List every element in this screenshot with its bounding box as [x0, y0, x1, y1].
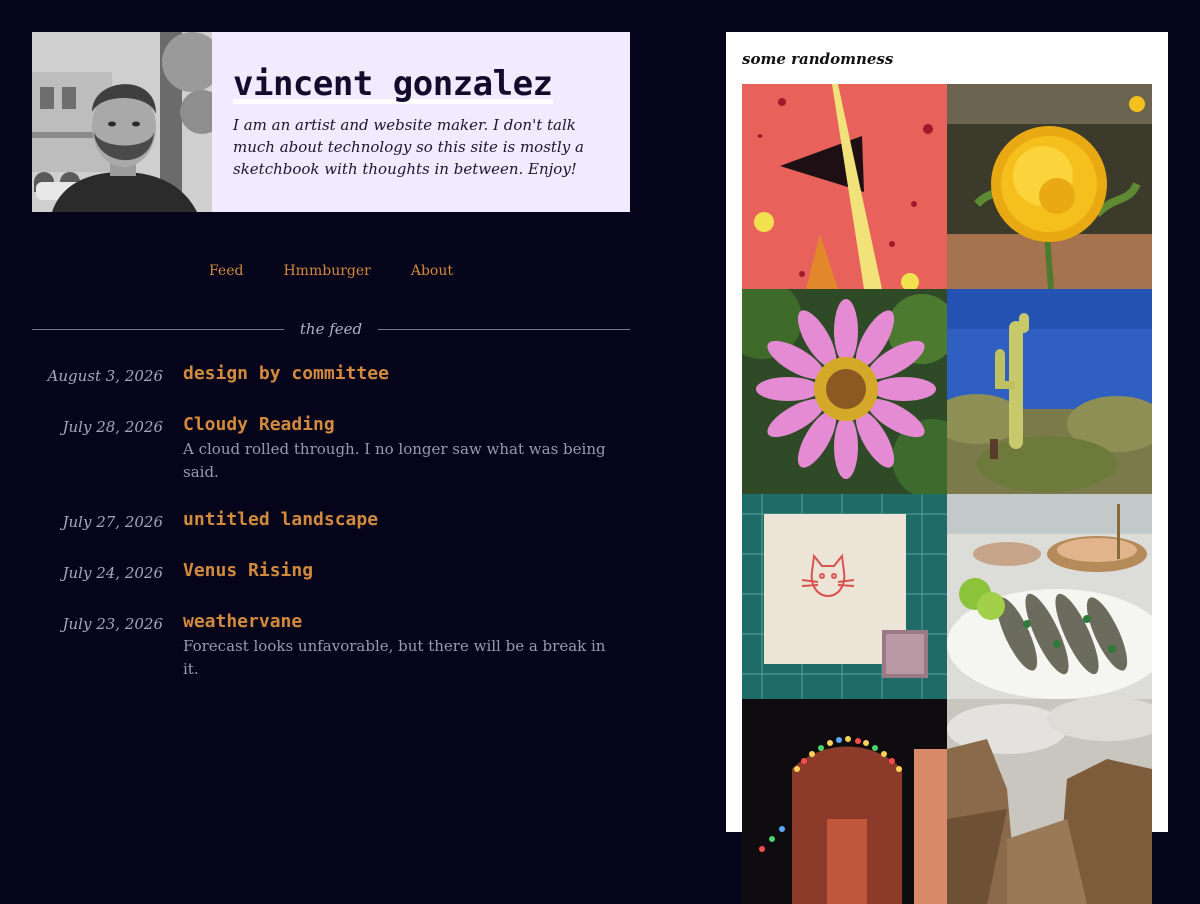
feed-entry: July 27, 2026 untitled landscape	[32, 507, 630, 535]
entry-summary: Forecast looks unfavorable, but there wi…	[183, 637, 606, 678]
sidebar-heading: some randomness	[742, 50, 894, 68]
feed-entry: July 24, 2026 Venus Rising	[32, 558, 630, 586]
nav-link-feed[interactable]: Feed	[209, 260, 243, 282]
entry-title-link[interactable]: untitled landscape	[183, 507, 378, 533]
avatar	[32, 32, 212, 212]
photo-cat-stamp-print[interactable]	[742, 494, 947, 699]
photo-string-lights-house[interactable]	[742, 699, 947, 904]
entry-title-link[interactable]: Cloudy Reading	[183, 412, 335, 438]
feed-list: August 3, 2026 design by committee July …	[32, 361, 630, 704]
entry-title-link[interactable]: Venus Rising	[183, 558, 313, 584]
entry-summary: A cloud rolled through. I no longer saw …	[183, 440, 606, 481]
photo-abstract-triangle-painting[interactable]	[742, 84, 947, 289]
photo-yellow-marigold[interactable]	[947, 84, 1152, 289]
feed-entry: July 23, 2026 weathervane Forecast looks…	[32, 609, 630, 681]
photo-grid	[742, 84, 1152, 904]
divider-rule-left	[32, 328, 284, 330]
main-nav: Feed Hmmburger About	[32, 260, 630, 282]
entry-date: August 3, 2026	[47, 367, 163, 385]
photo-grilled-fish-plate[interactable]	[947, 494, 1152, 699]
photo-canyon-cliffs[interactable]	[947, 699, 1152, 904]
sidebar: some randomness	[726, 32, 1168, 904]
photo-saguaro-cactus[interactable]	[947, 289, 1152, 494]
nav-link-about[interactable]: About	[411, 260, 453, 282]
entry-title-link[interactable]: weathervane	[183, 609, 302, 635]
tagline: I am an artist and website maker. I don'…	[233, 116, 584, 178]
feed-entry: August 3, 2026 design by committee	[32, 361, 630, 389]
feed-heading: the feed	[299, 320, 363, 338]
feed-divider: the feed	[32, 318, 630, 340]
profile-card: vincent gonzalez I am an artist and webs…	[32, 32, 630, 212]
entry-title-link[interactable]: design by committee	[183, 361, 389, 387]
feed-entry: July 28, 2026 Cloudy Reading A cloud rol…	[32, 412, 630, 484]
site-title[interactable]: vincent gonzalez	[233, 62, 630, 106]
photo-pink-zinnia[interactable]	[742, 289, 947, 494]
nav-link-hmmburger[interactable]: Hmmburger	[283, 260, 370, 282]
entry-date: July 27, 2026	[62, 513, 163, 531]
site-title-text[interactable]: vincent gonzalez	[233, 64, 553, 104]
divider-rule-right	[378, 328, 630, 330]
entry-date: July 28, 2026	[62, 418, 163, 436]
entry-date: July 24, 2026	[62, 564, 163, 582]
entry-date: July 23, 2026	[62, 615, 163, 633]
